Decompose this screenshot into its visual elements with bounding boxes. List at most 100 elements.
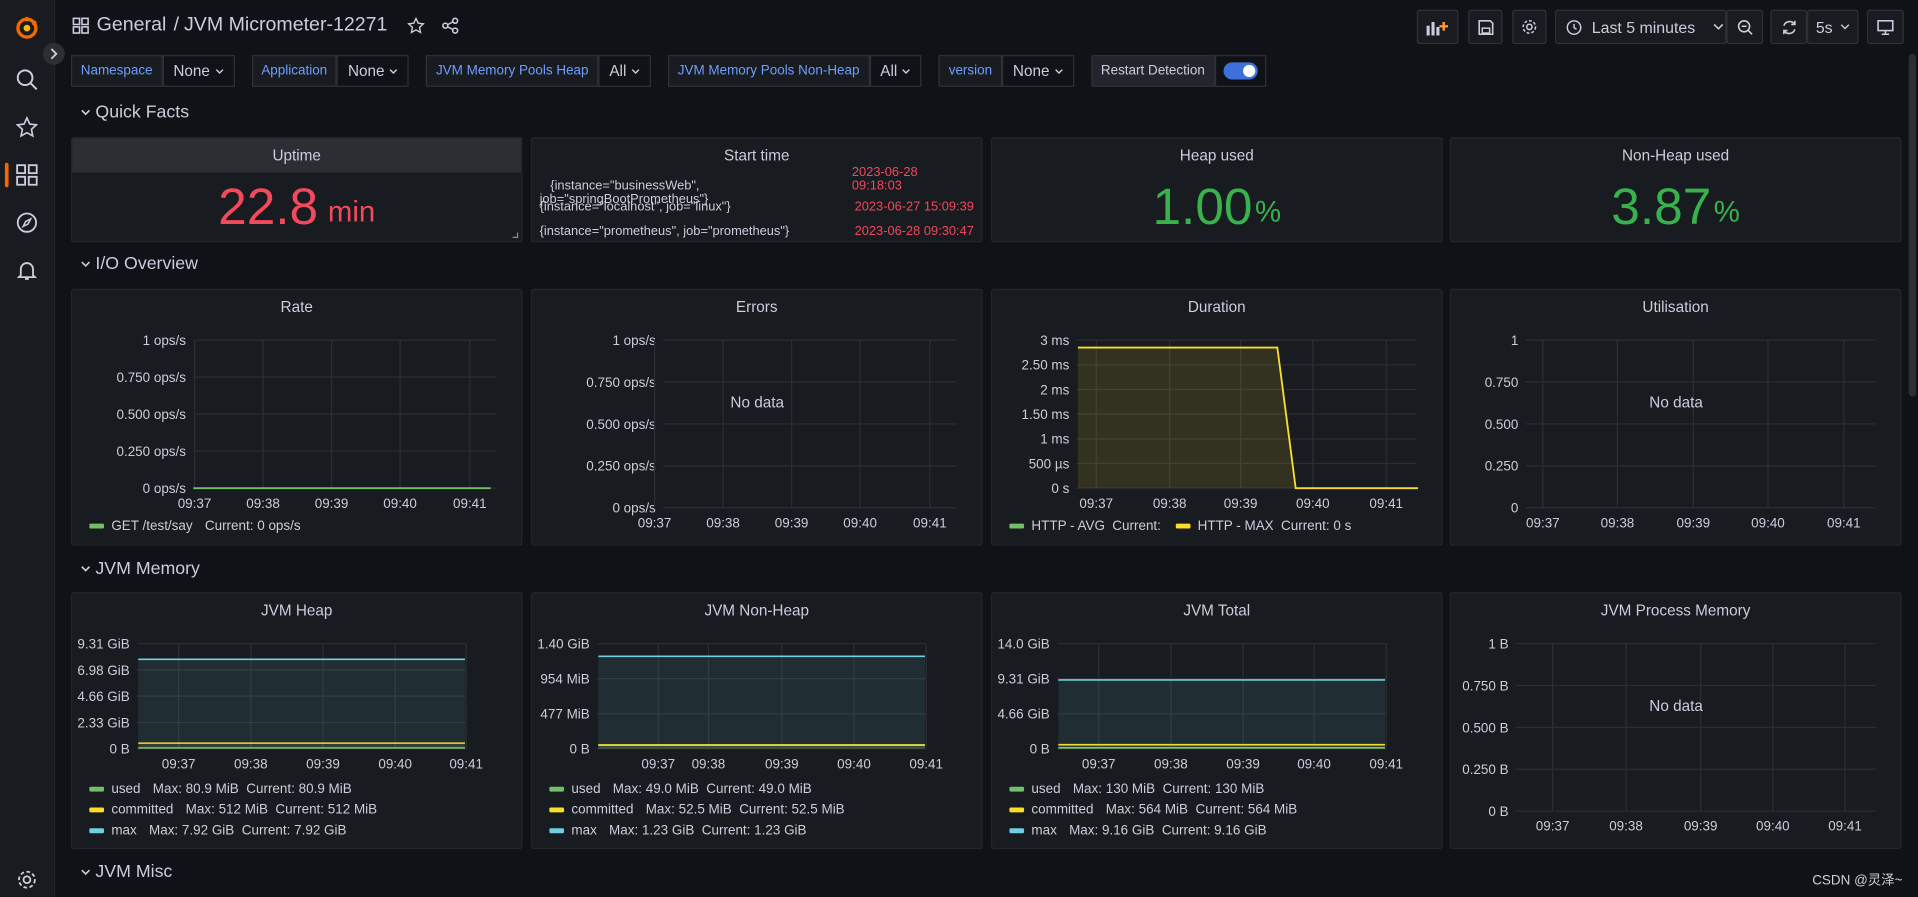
restart-detection-switch[interactable] [1214, 55, 1267, 87]
settings-gear-icon[interactable] [13, 866, 40, 893]
legend-name: max [571, 823, 597, 839]
x-tick-label: 09:38 [692, 756, 726, 771]
panel-duration[interactable]: Duration 3 ms 2.50 ms 2 ms 1.50 ms 1 ms 500 µ… [991, 288, 1443, 546]
stat-value: 1.00 [1152, 177, 1253, 235]
variable-select[interactable]: All [598, 55, 651, 87]
legend-item[interactable]: max Max: 9.16 GiB Current: 9.16 GiB [1009, 823, 1267, 838]
y-tick-label: 0.250 [1485, 459, 1519, 474]
utilisation-chart: 1 0.750 0.500 0.250 0 09:37 09:38 09:39 09:40 09:… [1485, 333, 1876, 530]
breadcrumb-separator: / [173, 14, 180, 36]
variable-select[interactable]: All [869, 55, 922, 87]
x-tick-label: 09:40 [1751, 515, 1785, 530]
panel-uptime[interactable]: Uptime 22.8 min [70, 137, 523, 243]
x-tick-label: 09:41 [449, 756, 483, 771]
row-jvm-memory[interactable]: JVM Memory [81, 559, 200, 579]
time-range-label: Last 5 minutes [1591, 17, 1696, 37]
star-icon[interactable] [407, 17, 425, 34]
y-tick-label: 1 [1511, 333, 1518, 348]
legend-item[interactable]: max Max: 7.92 GiB Current: 7.92 GiB [89, 823, 346, 838]
explore-compass-icon[interactable] [13, 209, 40, 236]
side-menu [0, 0, 56, 897]
starred-icon[interactable] [13, 114, 40, 141]
refresh-interval-picker[interactable]: 5s [1807, 9, 1859, 45]
grafana-logo-icon[interactable] [13, 15, 40, 42]
scrollbar-thumb[interactable] [1908, 53, 1917, 397]
y-tick-label: 2 ms [1040, 382, 1069, 397]
panel-jvm-total[interactable]: JVM Total 14.0 GiB 9.31 GiB 4.66 GiB 0 B 09:… [991, 592, 1443, 850]
y-tick-label: 1 B [1488, 636, 1508, 651]
chevron-down-icon [81, 109, 91, 116]
variable-select[interactable]: None [336, 55, 410, 87]
panel-title: Non-Heap used [1622, 146, 1730, 164]
panel-rate[interactable]: Rate 1 ops/s 0.750 ops/s 0.500 ops/s 0.250 … [70, 288, 523, 546]
panel-utilisation[interactable]: Utilisation 1 0.750 0.500 0.250 0 09:37 09:38 0… [1449, 288, 1902, 546]
resize-handle-icon[interactable] [511, 231, 519, 238]
y-tick-label: 0.750 [1485, 375, 1519, 390]
y-tick-label: 1 ops/s [143, 333, 187, 348]
share-icon[interactable] [441, 17, 458, 34]
panel-jvm-process-memory[interactable]: JVM Process Memory 1 B 0.750 B 0.500 B 0.25… [1449, 592, 1902, 850]
panel-jvm-heap[interactable]: JVM Heap 9.31 GiB 6.98 GiB 4.66 GiB 2.33 Gi… [70, 592, 523, 850]
gear-icon [1522, 19, 1537, 34]
breadcrumb-folder[interactable]: General [97, 15, 167, 37]
alerting-bell-icon[interactable] [13, 257, 40, 284]
legend-item[interactable]: used Max: 80.9 MiB Current: 80.9 MiB [89, 782, 352, 796]
legend-item[interactable]: used Max: 130 MiB Current: 130 MiB [1009, 781, 1264, 797]
legend-swatch [1009, 828, 1025, 834]
expand-menu-button[interactable] [42, 42, 65, 65]
panel-jvm-nonheap[interactable]: JVM Non-Heap 1.40 GiB 954 MiB 477 MiB 0 B 09… [530, 592, 983, 850]
y-tick-label: 1 ms [1040, 432, 1069, 447]
legend-name[interactable]: HTTP - MAX [1198, 519, 1274, 534]
panel-heap-used[interactable]: Heap used 1.00 % [991, 137, 1443, 243]
time-range-picker[interactable]: Last 5 minutes [1555, 9, 1727, 45]
tv-mode-button[interactable] [1867, 9, 1904, 45]
legend-name: committed [571, 802, 634, 818]
jvm-process-memory-chart: 1 B 0.750 B 0.500 B 0.250 B 0 B 09:37 09:38 09:… [1462, 636, 1876, 834]
x-tick-label: 09:40 [1756, 819, 1790, 834]
x-tick-label: 09:40 [378, 756, 412, 771]
variable-select[interactable]: None [162, 55, 235, 87]
legend-stats: Current: [1112, 518, 1161, 534]
legend-item[interactable]: max Max: 1.23 GiB Current: 1.23 GiB [549, 823, 807, 839]
variable-namespace: Namespace None [70, 55, 235, 87]
row-quick-facts[interactable]: Quick Facts [81, 103, 189, 122]
dashboard-grid-icon [72, 17, 89, 34]
toggle-switch[interactable] [1223, 62, 1258, 80]
x-tick-label: 09:39 [1677, 515, 1711, 530]
y-tick-label: 0.250 B [1462, 762, 1508, 777]
x-tick-label: 09:38 [1601, 515, 1635, 530]
panel-nonheap-used[interactable]: Non-Heap used 3.87 % [1449, 137, 1902, 243]
panel-start-time[interactable]: Start time {instance="businessWeb", job=… [530, 137, 983, 243]
x-tick-label: 09:38 [706, 515, 740, 530]
row-io-overview[interactable]: I/O Overview [81, 254, 198, 274]
variable-select[interactable]: None [1001, 55, 1074, 87]
legend-item[interactable]: committed Max: 52.5 MiB Current: 52.5 MiB [549, 802, 845, 818]
chevron-right-icon [50, 48, 58, 60]
row-title: JVM Memory [95, 559, 200, 579]
x-tick-label: 09:38 [1153, 496, 1187, 511]
start-time-value: 2023-06-28 09:30:47 [854, 223, 974, 239]
add-panel-icon [1426, 22, 1449, 36]
row-jvm-misc[interactable]: JVM Misc [81, 863, 172, 882]
add-panel-button[interactable] [1416, 9, 1459, 45]
save-dashboard-button[interactable] [1468, 9, 1503, 45]
legend-name: used [1031, 781, 1061, 797]
legend-swatch [89, 807, 104, 813]
search-icon[interactable] [13, 66, 40, 93]
legend-item[interactable]: used Max: 49.0 MiB Current: 49.0 MiB [549, 781, 812, 797]
legend-stats: Max: 49.0 MiB Current: 49.0 MiB [612, 781, 812, 797]
dashboard-title[interactable]: JVM Micrometer-12271 [184, 15, 387, 37]
x-tick-label: 09:39 [765, 756, 799, 771]
refresh-button[interactable] [1770, 9, 1808, 45]
zoom-out-button[interactable] [1726, 9, 1764, 45]
panel-errors[interactable]: Errors 1 ops/s 0.750 ops/s 0.500 ops/s 0.25… [530, 288, 983, 546]
dashboards-icon[interactable] [13, 162, 40, 189]
y-tick-label: 1 ops/s [612, 333, 656, 348]
legend-item[interactable]: committed Max: 512 MiB Current: 512 MiB [89, 803, 377, 817]
x-tick-label: 09:37 [641, 756, 675, 771]
legend-item[interactable]: GET /test/say Current: 0 ops/s [89, 519, 301, 533]
legend-item[interactable]: committed Max: 564 MiB Current: 564 MiB [1009, 803, 1297, 817]
dashboard-settings-button[interactable] [1512, 9, 1547, 45]
legend-name[interactable]: HTTP - AVG [1031, 519, 1105, 534]
x-tick-label: 09:39 [1684, 819, 1718, 834]
